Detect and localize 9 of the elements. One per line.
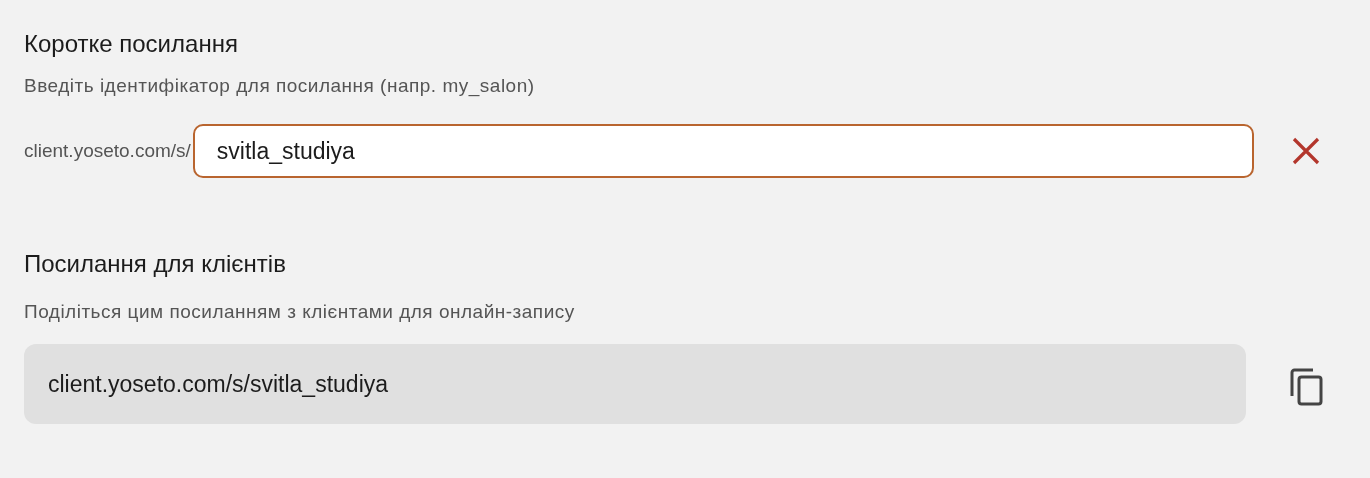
link-display: client.yoseto.com/s/svitla_studiya bbox=[24, 344, 1246, 424]
copy-icon[interactable] bbox=[1289, 368, 1323, 406]
section-title: Коротке посилання bbox=[24, 29, 239, 59]
url-prefix: client.yoseto.com/s/ bbox=[24, 140, 191, 162]
section-description: Введіть ідентифікатор для посилання (напр. my_salon) bbox=[24, 74, 536, 98]
section-description: Поділіться цим посиланням з клієнтами для онлайн-запису bbox=[24, 300, 576, 324]
section-title: Посилання для клієнтів bbox=[24, 249, 287, 279]
close-icon[interactable] bbox=[1292, 137, 1320, 165]
input-field[interactable]: svitla_studiya bbox=[192, 124, 1254, 178]
